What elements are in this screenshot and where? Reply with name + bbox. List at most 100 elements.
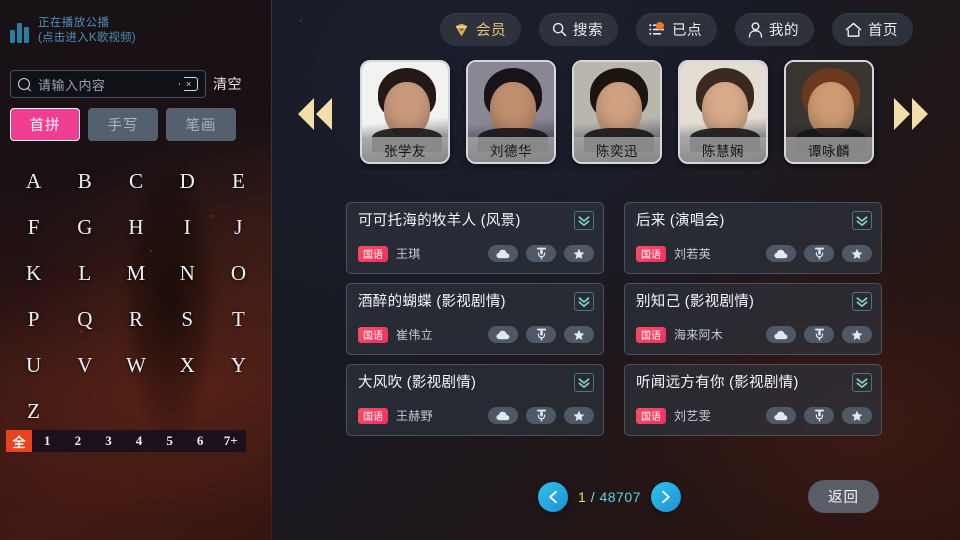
nav-selected-songs-button[interactable]: 已点 <box>636 13 717 46</box>
nav-mine-label: 我的 <box>769 23 799 39</box>
nav-home-button[interactable]: 首页 <box>832 13 913 46</box>
double-chevron-down-icon <box>856 215 868 226</box>
alpha-key-u[interactable]: U <box>8 342 59 388</box>
song-expand-button[interactable] <box>574 292 594 311</box>
song-card[interactable]: 酒醉的蝴蝶 (影视剧情) 国语 崔伟立 <box>346 283 604 355</box>
word-count-chip-7plus[interactable]: 7+ <box>215 430 246 452</box>
song-action-microphone[interactable] <box>804 326 834 343</box>
alpha-key-t[interactable]: T <box>213 296 264 342</box>
song-meta-row: 国语 海来阿木 <box>636 326 872 343</box>
song-expand-button[interactable] <box>574 373 594 392</box>
alpha-key-c[interactable]: C <box>110 158 161 204</box>
word-count-chip-all[interactable]: 全 <box>6 430 32 452</box>
alpha-key-i[interactable]: I <box>162 204 213 250</box>
chevron-right-icon <box>662 490 671 504</box>
alpha-key-f[interactable]: F <box>8 204 59 250</box>
cloud-icon <box>774 411 788 420</box>
song-action-star[interactable] <box>842 326 872 343</box>
song-action-group <box>488 245 594 262</box>
nav-vip-button[interactable]: 会员 <box>440 13 521 46</box>
song-expand-button[interactable] <box>852 292 872 311</box>
alpha-key-o[interactable]: O <box>213 250 264 296</box>
singer-card[interactable]: 张学友 <box>360 60 450 164</box>
word-count-chip-3[interactable]: 3 <box>93 430 124 452</box>
song-action-group <box>766 407 872 424</box>
now-playing-banner[interactable]: 正在播放公播 (点击进入K歌视频) <box>10 16 136 46</box>
word-count-chip-2[interactable]: 2 <box>63 430 94 452</box>
song-card[interactable]: 听闻远方有你 (影视剧情) 国语 刘艺雯 <box>624 364 882 436</box>
ime-tab-pinyin[interactable]: 首拼 <box>10 108 80 141</box>
carousel-next-button[interactable] <box>888 92 934 136</box>
song-expand-button[interactable] <box>852 373 872 392</box>
song-expand-button[interactable] <box>574 211 594 230</box>
ime-tab-handwriting[interactable]: 手写 <box>88 108 158 141</box>
microphone-icon <box>536 247 546 260</box>
song-action-star[interactable] <box>842 245 872 262</box>
alpha-key-j[interactable]: J <box>213 204 264 250</box>
back-button[interactable]: 返回 <box>808 480 879 513</box>
song-action-cloud[interactable] <box>766 326 796 343</box>
song-action-microphone[interactable] <box>526 245 556 262</box>
alpha-key-d[interactable]: D <box>162 158 213 204</box>
page-prev-button[interactable] <box>538 482 568 512</box>
alpha-key-a[interactable]: A <box>8 158 59 204</box>
alpha-key-s[interactable]: S <box>162 296 213 342</box>
page-next-button[interactable] <box>650 482 681 512</box>
song-action-microphone[interactable] <box>804 245 834 262</box>
word-count-chip-4[interactable]: 4 <box>124 430 155 452</box>
pagination-control: 1 / 48707 <box>538 482 681 512</box>
word-count-chip-1[interactable]: 1 <box>32 430 63 452</box>
backspace-icon[interactable]: × <box>179 77 198 91</box>
carousel-prev-button[interactable] <box>292 92 338 136</box>
nav-mine-button[interactable]: 我的 <box>735 13 814 46</box>
alpha-key-x[interactable]: X <box>162 342 213 388</box>
search-input[interactable]: 请输入内容 <box>38 75 172 94</box>
song-action-cloud[interactable] <box>766 407 796 424</box>
alpha-key-h[interactable]: H <box>110 204 161 250</box>
singer-carousel[interactable]: 张学友 刘德华 陈奕迅 陈慧娴 谭咏麟 <box>360 60 895 170</box>
song-action-microphone[interactable] <box>526 407 556 424</box>
song-card[interactable]: 后来 (演唱会) 国语 刘若英 <box>624 202 882 274</box>
alpha-key-z[interactable]: Z <box>8 388 59 434</box>
alpha-key-p[interactable]: P <box>8 296 59 342</box>
singer-card[interactable]: 谭咏麟 <box>784 60 874 164</box>
alpha-key-g[interactable]: G <box>59 204 110 250</box>
alpha-key-v[interactable]: V <box>59 342 110 388</box>
song-action-microphone[interactable] <box>526 326 556 343</box>
alpha-key-r[interactable]: R <box>110 296 161 342</box>
word-count-chip-6[interactable]: 6 <box>185 430 216 452</box>
song-action-star[interactable] <box>564 407 594 424</box>
song-action-cloud[interactable] <box>488 245 518 262</box>
song-meta-row: 国语 崔伟立 <box>358 326 594 343</box>
search-input-box[interactable]: 请输入内容 × <box>10 70 206 98</box>
ime-tab-stroke[interactable]: 笔画 <box>166 108 236 141</box>
song-card[interactable]: 别知己 (影视剧情) 国语 海来阿木 <box>624 283 882 355</box>
clear-search-button[interactable]: 清空 <box>213 74 242 94</box>
song-action-cloud[interactable] <box>488 407 518 424</box>
alpha-key-n[interactable]: N <box>162 250 213 296</box>
song-action-microphone[interactable] <box>804 407 834 424</box>
alpha-key-e[interactable]: E <box>213 158 264 204</box>
song-action-cloud[interactable] <box>766 245 796 262</box>
word-count-chip-5[interactable]: 5 <box>154 430 185 452</box>
vip-diamond-icon <box>455 23 468 36</box>
alpha-key-m[interactable]: M <box>110 250 161 296</box>
alpha-key-y[interactable]: Y <box>213 342 264 388</box>
alpha-key-k[interactable]: K <box>8 250 59 296</box>
alpha-key-b[interactable]: B <box>59 158 110 204</box>
song-card[interactable]: 大风吹 (影视剧情) 国语 王赫野 <box>346 364 604 436</box>
song-action-star[interactable] <box>564 245 594 262</box>
singer-card[interactable]: 陈慧娴 <box>678 60 768 164</box>
nav-search-button[interactable]: 搜索 <box>539 13 618 46</box>
page-indicator: 1 / 48707 <box>578 489 641 505</box>
song-expand-button[interactable] <box>852 211 872 230</box>
alpha-key-l[interactable]: L <box>59 250 110 296</box>
alpha-key-q[interactable]: Q <box>59 296 110 342</box>
song-action-cloud[interactable] <box>488 326 518 343</box>
alpha-key-w[interactable]: W <box>110 342 161 388</box>
singer-card[interactable]: 陈奕迅 <box>572 60 662 164</box>
song-action-star[interactable] <box>842 407 872 424</box>
song-card[interactable]: 可可托海的牧羊人 (风景) 国语 王琪 <box>346 202 604 274</box>
singer-card[interactable]: 刘德华 <box>466 60 556 164</box>
song-action-star[interactable] <box>564 326 594 343</box>
